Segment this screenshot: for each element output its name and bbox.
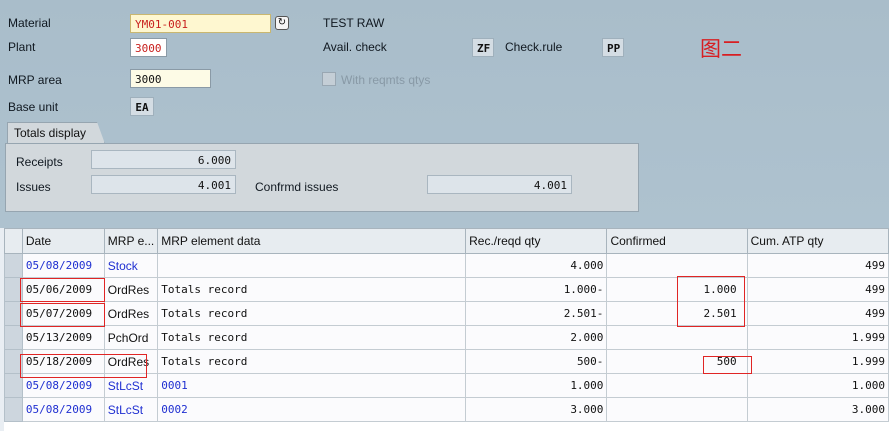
column-header-qty[interactable]: Rec./reqd qty	[465, 228, 608, 254]
row-selector[interactable]	[4, 349, 23, 374]
date-cell: 05/08/2009	[21, 373, 105, 398]
confirmed-cell	[606, 397, 748, 422]
table-row[interactable]: 05/18/2009 OrdRes Totals record 500- 500 1.99…	[4, 349, 889, 374]
qty-cell: 500-	[465, 349, 608, 374]
header-area: Material YM01-001 ↻ TEST RAW Plant 3000 …	[0, 0, 889, 228]
date-cell: 05/08/2009	[21, 397, 105, 422]
receipts-label: Receipts	[16, 155, 63, 169]
plant-label: Plant	[8, 40, 36, 54]
mrp-element-cell: PchOrd	[103, 325, 159, 350]
qty-cell: 3.000	[465, 397, 608, 422]
mrp-element-cell[interactable]: Stock	[103, 253, 159, 278]
mrp-element-data-cell: 0001	[157, 373, 467, 398]
column-header-date[interactable]: Date	[21, 228, 105, 254]
mrp-elements-table: Date MRP e... MRP element data Rec./reqd…	[4, 228, 889, 422]
table-row[interactable]: 05/08/2009 Stock 4.000 499	[4, 253, 889, 278]
confirmed-cell: 2.501	[606, 301, 748, 326]
issues-label: Issues	[16, 180, 51, 194]
with-reqmts-label: With reqmts qtys	[341, 73, 431, 87]
totals-display-tab[interactable]: Totals display	[7, 122, 105, 144]
cum-atp-cell: 499	[746, 253, 889, 278]
mrp-element-data-cell: Totals record	[157, 277, 467, 302]
row-selector[interactable]	[4, 325, 23, 350]
column-header-mrp-element-data[interactable]: MRP element data	[157, 228, 467, 254]
cum-atp-cell: 3.000	[746, 397, 889, 422]
check-rule-field: PP	[602, 38, 624, 57]
material-description: TEST RAW	[323, 16, 385, 30]
qty-cell: 2.000	[465, 325, 608, 350]
mrp-element-cell: OrdRes	[103, 349, 159, 374]
row-selector[interactable]	[4, 301, 23, 326]
mrp-area-label: MRP area	[8, 73, 62, 87]
date-cell: 05/18/2009	[21, 349, 105, 374]
mrp-area-field[interactable]: 3000	[130, 69, 211, 88]
mrp-element-data-cell: Totals record	[157, 325, 467, 350]
table-header-row: Date MRP e... MRP element data Rec./reqd…	[4, 228, 889, 254]
confirmed-cell	[606, 253, 748, 278]
row-selector[interactable]	[4, 277, 23, 302]
confirmed-cell	[606, 325, 748, 350]
date-cell: 05/06/2009	[21, 277, 105, 302]
mrp-element-data-cell: Totals record	[157, 349, 467, 374]
avail-check-field: ZF	[472, 38, 494, 57]
mrp-elements-grid: Date MRP e... MRP element data Rec./reqd…	[4, 228, 889, 431]
table-row[interactable]: 05/13/2009 PchOrd Totals record 2.000 1.999	[4, 325, 889, 350]
confirmed-cell: 500	[606, 349, 748, 374]
select-all-cell[interactable]	[4, 228, 23, 254]
base-unit-field: EA	[130, 97, 154, 116]
table-row[interactable]: 05/06/2009 OrdRes Totals record 1.000- 1.000…	[4, 277, 889, 302]
qty-cell: 4.000	[465, 253, 608, 278]
cum-atp-cell: 1.999	[746, 325, 889, 350]
confirmed-cell	[606, 373, 748, 398]
avail-check-label: Avail. check	[323, 40, 387, 54]
mrp-element-cell[interactable]: StLcSt	[103, 397, 159, 422]
cum-atp-cell: 1.000	[746, 373, 889, 398]
row-selector[interactable]	[4, 397, 23, 422]
check-rule-label: Check.rule	[505, 40, 563, 54]
plant-field[interactable]: 3000	[130, 38, 167, 57]
date-cell: 05/13/2009	[21, 325, 105, 350]
column-header-confirmed[interactable]: Confirmed	[606, 228, 748, 254]
column-header-cum-atp[interactable]: Cum. ATP qty	[746, 228, 889, 254]
mrp-element-data-cell: 0002	[157, 397, 467, 422]
confirmed-issues-label: Confrmd issues	[255, 180, 339, 194]
cum-atp-cell: 499	[746, 277, 889, 302]
table-row[interactable]: 05/08/2009 StLcSt 0001 1.000 1.000	[4, 373, 889, 398]
cum-atp-cell: 499	[746, 301, 889, 326]
material-info-icon[interactable]: ↻	[275, 16, 289, 30]
mrp-element-cell[interactable]: StLcSt	[103, 373, 159, 398]
date-cell: 05/07/2009	[21, 301, 105, 326]
mrp-element-data-cell	[157, 253, 467, 278]
receipts-field: 6.000	[91, 150, 236, 169]
figure-tag: 图二	[700, 37, 742, 61]
qty-cell: 1.000	[465, 373, 608, 398]
base-unit-label: Base unit	[8, 100, 59, 114]
mrp-element-data-cell: Totals record	[157, 301, 467, 326]
mrp-element-cell: OrdRes	[103, 277, 159, 302]
qty-cell: 2.501-	[465, 301, 608, 326]
issues-field: 4.001	[91, 175, 236, 194]
confirmed-issues-field: 4.001	[427, 175, 572, 194]
cum-atp-cell: 1.999	[746, 349, 889, 374]
material-label: Material	[8, 16, 51, 30]
table-row[interactable]: 05/07/2009 OrdRes Totals record 2.501- 2.501…	[4, 301, 889, 326]
row-selector[interactable]	[4, 373, 23, 398]
column-header-mrp-element[interactable]: MRP e...	[103, 228, 159, 254]
table-row[interactable]: 05/08/2009 StLcSt 0002 3.000 3.000	[4, 397, 889, 422]
date-cell: 05/08/2009	[21, 253, 105, 278]
row-selector[interactable]	[4, 253, 23, 278]
confirmed-cell: 1.000	[606, 277, 748, 302]
qty-cell: 1.000-	[465, 277, 608, 302]
mrp-element-cell: OrdRes	[103, 301, 159, 326]
with-reqmts-checkbox[interactable]	[322, 72, 336, 86]
material-field[interactable]: YM01-001	[130, 14, 271, 33]
